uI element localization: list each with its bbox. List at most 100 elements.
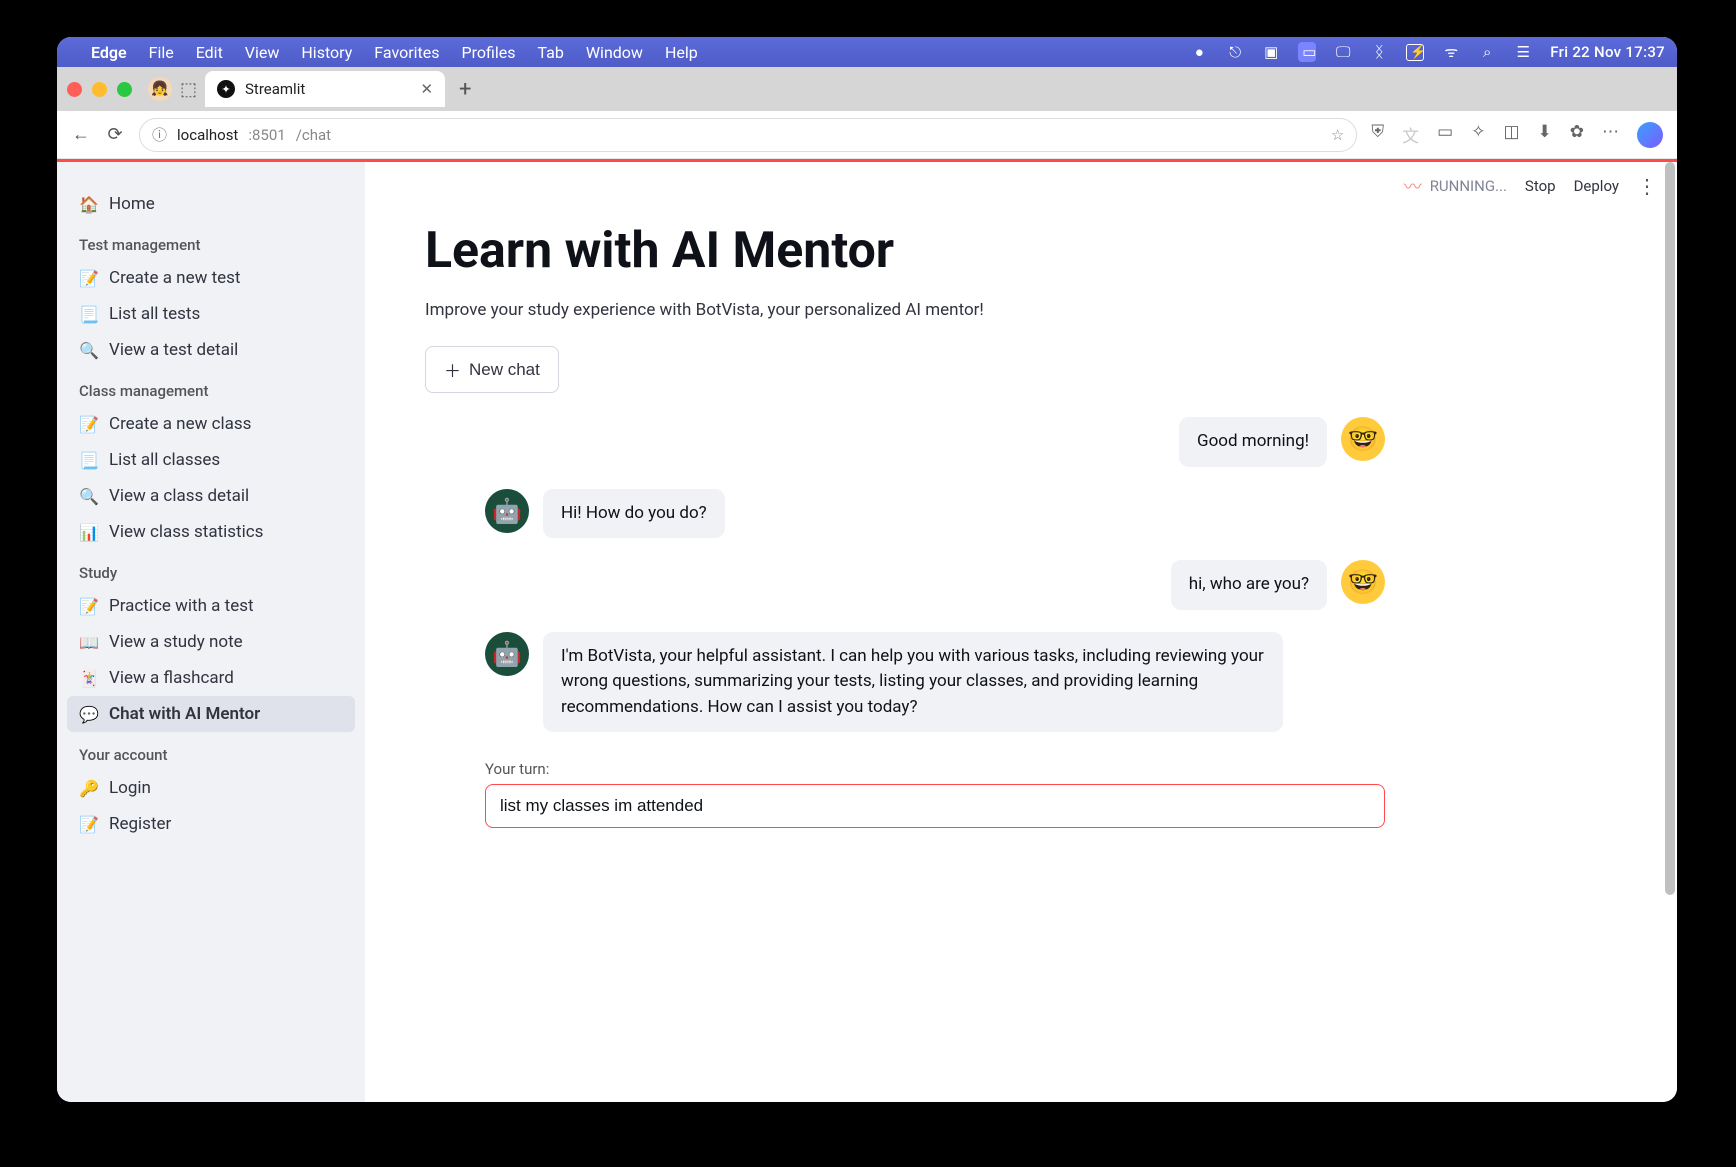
tab-close-icon[interactable]: ✕ — [420, 80, 433, 98]
tab-favicon-icon: ✦ — [217, 80, 235, 98]
profile-avatar-icon[interactable]: 👧 — [148, 77, 172, 101]
menu-help[interactable]: Help — [665, 43, 698, 62]
sidebar-item-create-test[interactable]: 📝Create a new test — [67, 260, 355, 296]
chat-bubble: I'm BotVista, your helpful assistant. I … — [543, 632, 1283, 733]
sidebar-item-label: Home — [109, 194, 155, 214]
menu-edit[interactable]: Edit — [196, 43, 223, 62]
page-title: Learn with AI Mentor — [425, 222, 1385, 280]
display-icon[interactable]: 🖵 — [1334, 43, 1352, 61]
sidebar-item-chat-mentor[interactable]: 💬Chat with AI Mentor — [67, 696, 355, 732]
sidebar-item-practice[interactable]: 📝Practice with a test — [67, 588, 355, 624]
battery-icon[interactable]: ⚡ — [1406, 44, 1424, 61]
sidebar-item-view-test[interactable]: 🔍 View a test detail — [67, 332, 355, 368]
screen-icon[interactable]: ▣ — [1262, 43, 1280, 61]
pencil-icon: 📝 — [79, 815, 99, 834]
sidebar-section-class: Class management — [67, 368, 355, 406]
sidebar-item-label: View a test detail — [109, 340, 238, 360]
sidebar-item-flashcard[interactable]: 🃏View a flashcard — [67, 660, 355, 696]
book-icon: 📖 — [79, 633, 99, 652]
new-tab-button[interactable]: + — [459, 77, 471, 102]
running-indicator: 〰 RUNNING... — [1404, 173, 1507, 199]
menu-history[interactable]: History — [301, 43, 352, 62]
app-name[interactable]: Edge — [91, 43, 127, 62]
stage-icon[interactable]: ▭ — [1298, 42, 1316, 62]
split-icon[interactable]: ◫ — [1503, 122, 1519, 148]
list-icon: 📃 — [79, 451, 99, 470]
downloads-icon[interactable]: ⬇ — [1538, 122, 1552, 148]
sidebar-section-test: Test management — [67, 222, 355, 260]
menu-tab[interactable]: Tab — [538, 43, 564, 62]
sidebar-item-view-class[interactable]: 🔍View a class detail — [67, 478, 355, 514]
sidebar-section-study: Study — [67, 550, 355, 588]
chat-input[interactable] — [485, 784, 1385, 828]
scrollbar-thumb[interactable] — [1665, 162, 1675, 895]
workspaces-icon[interactable]: ⬚ — [180, 79, 197, 100]
new-chat-label: New chat — [469, 360, 540, 380]
copilot-icon[interactable] — [1637, 122, 1663, 148]
streamlit-topbar: 〰 RUNNING... Stop Deploy ⋮ — [1384, 162, 1677, 210]
extension-icons: ⛨ 文 ▭ ✧ ◫ ⬇ ✿ ⋯ — [1371, 122, 1663, 148]
deploy-button[interactable]: Deploy — [1574, 177, 1619, 195]
sidebar-item-label: Create a new test — [109, 268, 241, 288]
translate-icon[interactable]: 文 — [1402, 122, 1419, 148]
sidebar-item-register[interactable]: 📝Register — [67, 806, 355, 842]
url-host: localhost — [177, 126, 238, 144]
shield-icon[interactable]: ⛨ — [1371, 122, 1384, 148]
bot-avatar-icon: 🤖 — [485, 632, 529, 676]
browser-window: Edge File Edit View History Favorites Pr… — [57, 37, 1677, 1102]
search-icon[interactable]: ⌕ — [1478, 43, 1496, 61]
tab-title: Streamlit — [245, 80, 305, 98]
menu-window[interactable]: Window — [586, 43, 643, 62]
magnifier-icon: 🔍 — [79, 341, 99, 360]
menu-view[interactable]: View — [245, 43, 280, 62]
link-icon[interactable]: ᛝ — [1370, 43, 1388, 61]
sidebar-item-login[interactable]: 🔑Login — [67, 770, 355, 806]
favorite-icon[interactable]: ☆ — [1331, 126, 1344, 144]
chat-message-user: Good morning! 🤓 — [425, 417, 1385, 467]
menu-profiles[interactable]: Profiles — [462, 43, 516, 62]
chat-bubble: Good morning! — [1179, 417, 1327, 467]
close-window-button[interactable] — [67, 82, 82, 97]
airplay-icon[interactable]: ⎋ — [1226, 43, 1244, 61]
address-bar[interactable]: ⓘ localhost:8501/chat ☆ — [139, 118, 1357, 152]
stop-button[interactable]: Stop — [1525, 177, 1556, 195]
control-center-icon[interactable]: ☰ — [1514, 43, 1532, 61]
site-info-icon[interactable]: ⓘ — [152, 124, 167, 145]
wifi-icon[interactable]: ᯤ — [1442, 42, 1460, 62]
chart-icon: 📊 — [79, 523, 99, 542]
browser-tab[interactable]: ✦ Streamlit ✕ — [205, 71, 445, 107]
menu-favorites[interactable]: Favorites — [374, 43, 439, 62]
chat-bubble: hi, who are you? — [1171, 560, 1327, 610]
sidebar-item-label: View a flashcard — [109, 668, 234, 688]
sidebar-item-label: View class statistics — [109, 522, 263, 542]
extensions-icon[interactable]: ✧ — [1471, 122, 1485, 148]
app-menu-icon[interactable]: ⋮ — [1637, 174, 1657, 198]
sidebar-item-create-class[interactable]: 📝Create a new class — [67, 406, 355, 442]
wallet-icon[interactable]: ▭ — [1437, 122, 1453, 148]
new-chat-button[interactable]: ＋ New chat — [425, 346, 559, 393]
collections-icon[interactable]: ✿ — [1570, 122, 1584, 148]
sidebar-item-label: Create a new class — [109, 414, 251, 434]
chat-message-bot: 🤖 I'm BotVista, your helpful assistant. … — [485, 632, 1385, 733]
minimize-window-button[interactable] — [92, 82, 107, 97]
sidebar-item-list-classes[interactable]: 📃List all classes — [67, 442, 355, 478]
sidebar-item-home[interactable]: 🏠 Home — [67, 186, 355, 222]
maximize-window-button[interactable] — [117, 82, 132, 97]
scrollbar[interactable] — [1665, 162, 1675, 1102]
sidebar-item-class-stats[interactable]: 📊 View class statistics — [67, 514, 355, 550]
running-icon: 〰 — [1404, 173, 1422, 199]
sidebar-item-study-note[interactable]: 📖View a study note — [67, 624, 355, 660]
sidebar-item-list-tests[interactable]: 📃List all tests — [67, 296, 355, 332]
sidebar-item-label: View a class detail — [109, 486, 249, 506]
more-icon[interactable]: ⋯ — [1602, 122, 1619, 148]
url-path: /chat — [296, 126, 331, 144]
home-icon: 🏠 — [79, 195, 99, 214]
reload-button[interactable]: ⟳ — [105, 124, 125, 145]
chat-bubble: Hi! How do you do? — [543, 489, 725, 539]
chat-message-bot: 🤖 Hi! How do you do? — [485, 489, 1385, 539]
menu-file[interactable]: File — [149, 43, 174, 62]
back-button[interactable]: ← — [71, 124, 91, 145]
chat-input-section: Your turn: — [485, 760, 1385, 828]
clock[interactable]: Fri 22 Nov 17:37 — [1550, 43, 1665, 61]
record-icon[interactable]: ● — [1190, 43, 1208, 61]
